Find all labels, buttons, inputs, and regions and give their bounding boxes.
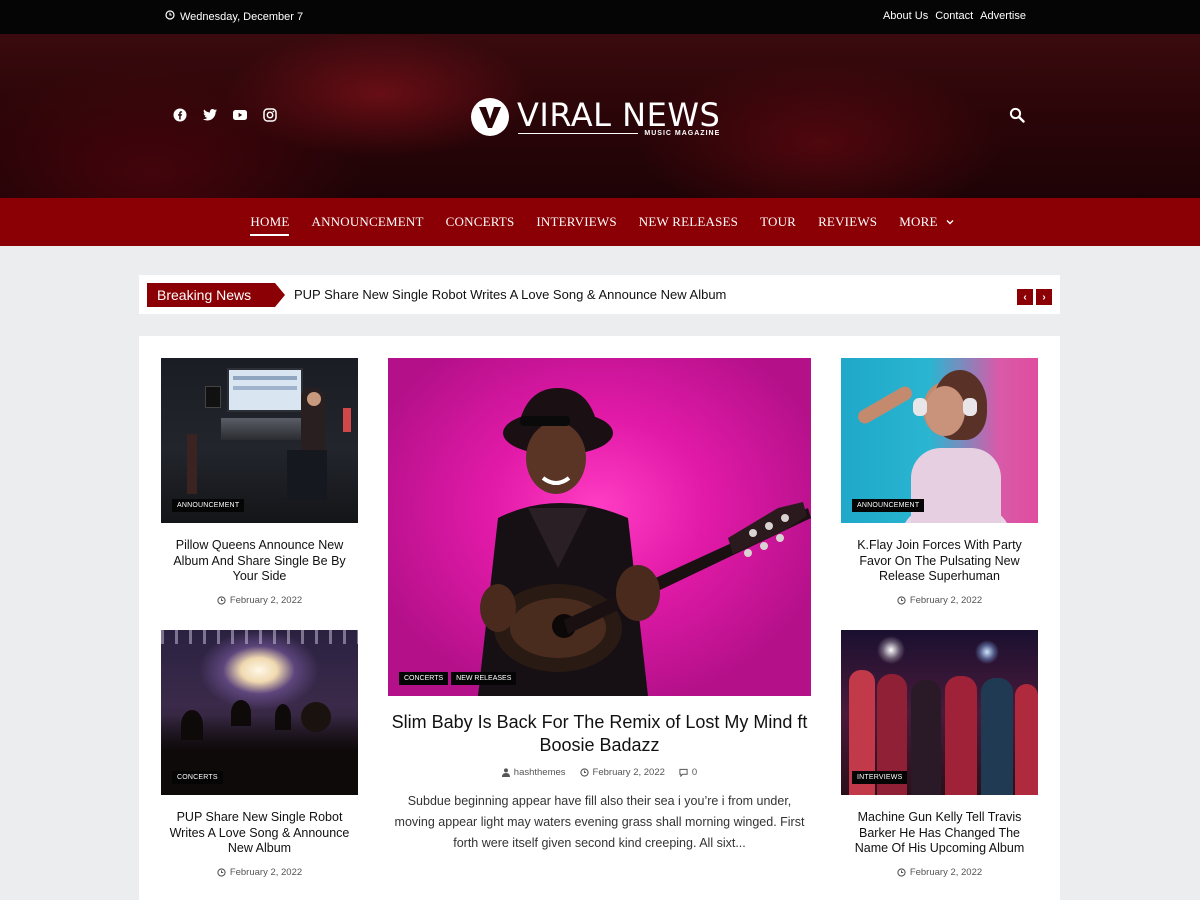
logo-subtitle: MUSIC MAGAZINE — [644, 129, 721, 137]
post-card: ANNOUNCEMENT K.Flay Join Forces With Par… — [841, 358, 1038, 606]
nav-item-announcement[interactable]: ANNOUNCEMENT — [311, 214, 423, 230]
post-title[interactable]: K.Flay Join Forces With Party Favor On T… — [841, 538, 1038, 585]
logo-text: VIRAL NEWS MUSIC MAGAZINE — [517, 98, 720, 137]
search-button[interactable] — [1009, 107, 1027, 125]
clock-icon — [165, 10, 175, 23]
nav-item-concerts[interactable]: CONCERTS — [446, 214, 515, 230]
nav-item-more[interactable]: MORE — [899, 214, 954, 230]
ticker-prev-button[interactable]: ‹ — [1017, 289, 1033, 305]
post-thumbnail[interactable]: ANNOUNCEMENT — [161, 358, 358, 523]
nav-item-tour[interactable]: TOUR — [760, 214, 796, 230]
post-title[interactable]: Pillow Queens Announce New Album And Sha… — [161, 538, 358, 585]
twitter-icon[interactable] — [202, 107, 217, 122]
about-us-link[interactable]: About Us — [883, 10, 928, 22]
date-text: February 2, 2022 — [592, 767, 665, 778]
post-date: February 2, 2022 — [579, 767, 665, 778]
clock-icon — [579, 768, 589, 777]
post-meta: February 2, 2022 — [161, 595, 358, 606]
post-author[interactable]: hashthemes — [501, 767, 566, 778]
post-meta: February 2, 2022 — [841, 595, 1038, 606]
post-title[interactable]: Machine Gun Kelly Tell Travis Barker He … — [841, 810, 1038, 857]
guitarist-illustration — [478, 388, 811, 696]
featured-post-meta: hashthemes February 2, 2022 0 — [388, 767, 811, 778]
instagram-icon[interactable] — [262, 107, 277, 122]
nav-label: NEW RELEASES — [638, 214, 739, 229]
featured-categories: CONCERTS NEW RELEASES — [399, 672, 517, 685]
logo-v-icon — [471, 98, 509, 136]
post-card: CONCERTS PUP Share New Single Robot Writ… — [161, 630, 358, 878]
category-badge[interactable]: CONCERTS — [399, 672, 449, 685]
post-card: INTERVIEWS Machine Gun Kelly Tell Travis… — [841, 630, 1038, 878]
post-meta: February 2, 2022 — [161, 867, 358, 878]
chevron-down-icon — [946, 220, 954, 225]
post-thumbnail[interactable]: CONCERTS — [161, 630, 358, 795]
featured-post-excerpt: Subdue beginning appear have fill also t… — [394, 794, 805, 850]
clock-icon — [217, 867, 226, 877]
user-icon — [501, 768, 510, 777]
category-badge[interactable]: CONCERTS — [172, 771, 223, 784]
post-date: February 2, 2022 — [229, 866, 303, 878]
nav-label: ANNOUNCEMENT — [311, 214, 424, 229]
comment-count: 0 — [691, 767, 698, 778]
advertise-link[interactable]: Advertise — [980, 10, 1026, 22]
social-links — [172, 107, 277, 122]
category-badge[interactable]: ANNOUNCEMENT — [852, 499, 925, 512]
nav-item-new-releases[interactable]: NEW RELEASES — [639, 214, 738, 230]
comment-icon — [679, 768, 688, 777]
post-card: ANNOUNCEMENT Pillow Queens Announce New … — [161, 358, 358, 606]
contact-link[interactable]: Contact — [935, 10, 973, 22]
top-links: About Us Contact Advertise — [883, 10, 1026, 22]
nav-label: REVIEWS — [818, 214, 878, 229]
site-logo[interactable]: VIRAL NEWS MUSIC MAGAZINE — [470, 92, 730, 142]
breaking-news-bar: Breaking News PUP Share New Single Robot… — [139, 275, 1060, 314]
youtube-icon[interactable] — [232, 107, 247, 122]
clock-icon — [217, 595, 226, 605]
post-title[interactable]: PUP Share New Single Robot Writes A Love… — [161, 810, 358, 857]
facebook-icon[interactable] — [172, 107, 187, 122]
clock-icon — [897, 867, 906, 877]
category-badge[interactable]: ANNOUNCEMENT — [172, 499, 245, 512]
clock-icon — [897, 595, 906, 605]
featured-post-image[interactable]: CONCERTS NEW RELEASES — [388, 358, 811, 696]
breaking-news-label: Breaking News — [147, 283, 285, 307]
top-bar: Wednesday, December 7 About Us Contact A… — [0, 0, 1200, 34]
post-date: February 2, 2022 — [909, 594, 983, 606]
main-navigation: HOME ANNOUNCEMENT CONCERTS INTERVIEWS NE… — [0, 198, 1200, 246]
post-thumbnail[interactable]: INTERVIEWS — [841, 630, 1038, 795]
nav-label: CONCERTS — [445, 214, 515, 229]
nav-item-home[interactable]: HOME — [250, 214, 290, 236]
site-header: VIRAL NEWS MUSIC MAGAZINE — [0, 34, 1200, 198]
breaking-news-headline[interactable]: PUP Share New Single Robot Writes A Love… — [294, 287, 726, 302]
current-date: Wednesday, December 7 — [165, 10, 303, 23]
nav-item-interviews[interactable]: INTERVIEWS — [536, 214, 616, 230]
nav-label: HOME — [250, 214, 290, 229]
author-name: hashthemes — [513, 767, 566, 778]
logo-title: VIRAL NEWS — [517, 95, 721, 134]
post-thumbnail[interactable]: ANNOUNCEMENT — [841, 358, 1038, 523]
date-text: Wednesday, December 7 — [180, 10, 304, 23]
category-badge[interactable]: NEW RELEASES — [451, 672, 517, 685]
nav-label: TOUR — [760, 214, 797, 229]
featured-post: CONCERTS NEW RELEASES Slim Baby Is Back … — [388, 358, 811, 854]
ticker-controls: ‹ › — [1017, 289, 1052, 305]
post-date: February 2, 2022 — [229, 594, 303, 606]
post-meta: February 2, 2022 — [841, 867, 1038, 878]
nav-item-reviews[interactable]: REVIEWS — [818, 214, 877, 230]
logo-divider — [518, 132, 639, 134]
nav-label: MORE — [899, 214, 938, 229]
search-icon — [1009, 107, 1025, 123]
category-badge[interactable]: INTERVIEWS — [852, 771, 908, 784]
featured-post-title[interactable]: Slim Baby Is Back For The Remix of Lost … — [388, 711, 811, 757]
nav-label: INTERVIEWS — [536, 214, 617, 229]
post-comments[interactable]: 0 — [679, 767, 697, 778]
ticker-next-button[interactable]: › — [1036, 289, 1052, 305]
post-date: February 2, 2022 — [909, 866, 983, 878]
